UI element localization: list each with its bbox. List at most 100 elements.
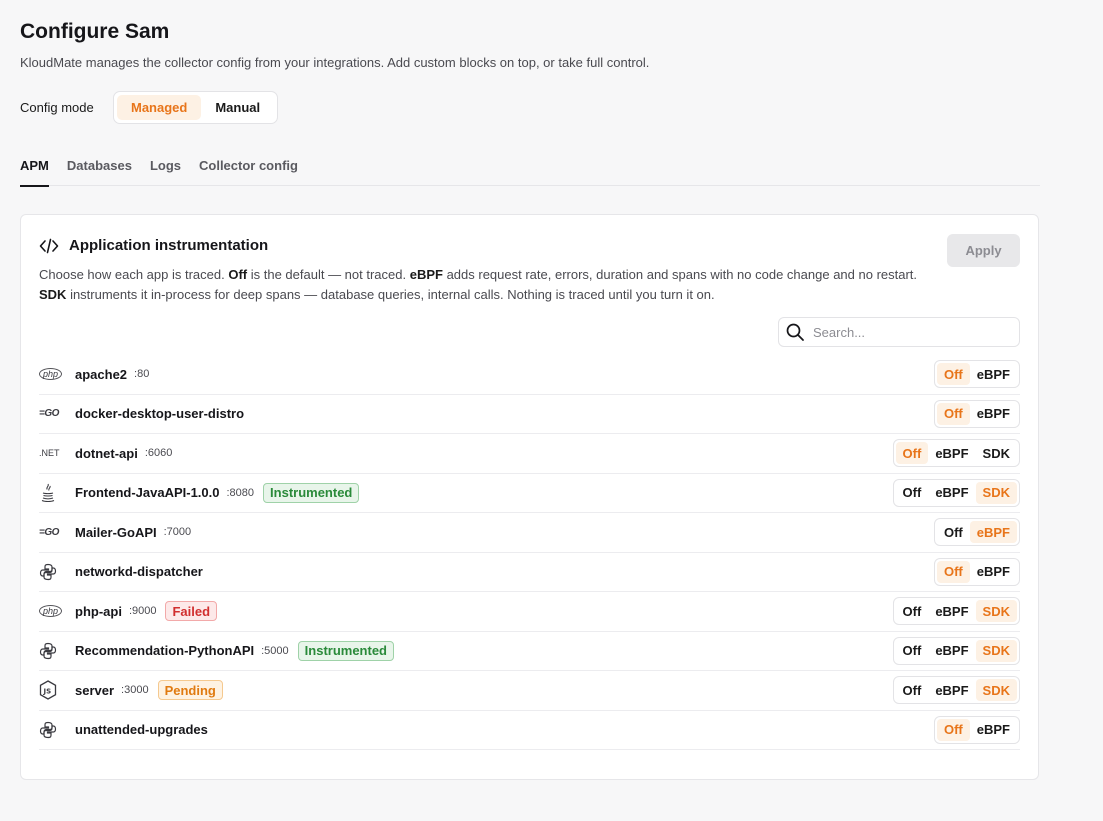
desc-text: is the default — not traced.: [247, 267, 410, 282]
trace-option-ebpf[interactable]: eBPF: [928, 600, 975, 622]
service-name: Frontend-JavaAPI-1.0.0: [75, 485, 220, 501]
trace-option-ebpf[interactable]: eBPF: [928, 640, 975, 662]
python-icon: [39, 642, 75, 660]
trace-option-ebpf[interactable]: eBPF: [969, 521, 1017, 544]
trace-option-ebpf[interactable]: eBPF: [928, 679, 975, 701]
go-icon: =GO: [39, 408, 59, 420]
table-row: JS server:3000 Pending Off eBPF SDK: [39, 671, 1020, 711]
trace-option-sdk[interactable]: SDK: [975, 481, 1017, 504]
trace-option-off[interactable]: Off: [895, 442, 929, 465]
trace-option-ebpf[interactable]: eBPF: [970, 363, 1017, 385]
trace-option-off[interactable]: Off: [896, 679, 929, 701]
desc-text: instruments it in-process for deep spans…: [66, 287, 715, 302]
code-icon: [39, 238, 61, 254]
trace-mode-toggle: Off eBPF SDK: [892, 439, 1020, 468]
python-icon: [39, 721, 75, 739]
trace-option-sdk[interactable]: SDK: [975, 600, 1017, 623]
trace-option-sdk[interactable]: SDK: [975, 639, 1017, 662]
trace-option-ebpf[interactable]: eBPF: [928, 442, 975, 464]
desc-bold-off: Off: [228, 267, 248, 282]
trace-mode-toggle: Off eBPF SDK: [892, 636, 1020, 665]
trace-option-sdk[interactable]: SDK: [976, 442, 1017, 464]
tab-databases[interactable]: Databases: [67, 151, 132, 186]
config-mode-managed-button[interactable]: Managed: [117, 95, 202, 120]
service-port: :3000: [121, 684, 149, 697]
service-name: Recommendation-PythonAPI: [75, 643, 255, 659]
trace-mode-toggle: Off eBPF: [933, 399, 1020, 428]
search-icon: [786, 323, 804, 341]
card-header: Application instrumentation: [39, 237, 268, 254]
trace-mode-toggle: Off eBPF SDK: [892, 597, 1020, 626]
service-name: apache2: [75, 366, 128, 382]
service-list: php apache2:80 Off eBPF =GO docker-desktop-us…: [39, 355, 1020, 750]
table-row: Recommendation-PythonAPI :5000 Instrumente…: [39, 632, 1020, 671]
apply-button[interactable]: Apply: [947, 234, 1020, 267]
desc-bold-ebpf: eBPF: [409, 267, 443, 282]
table-row: unattended-upgrades Off eBPF: [39, 711, 1020, 750]
trace-option-off[interactable]: Off: [896, 600, 929, 622]
status-badge: Pending: [157, 680, 223, 701]
table-row: networkd-dispatcher Off eBPF: [39, 553, 1020, 592]
go-icon: =GO: [39, 526, 59, 538]
page-title: Configure Sam: [20, 20, 170, 43]
table-row: =GO Mailer-GoAPI :7000 Off eBPF: [39, 513, 1020, 553]
svg-text:JS: JS: [43, 688, 52, 696]
instrumentation-card: Application instrumentation Apply Choose…: [20, 214, 1039, 780]
python-icon: [39, 563, 75, 581]
card-title: Application instrumentation: [69, 237, 269, 254]
trace-option-off[interactable]: Off: [936, 560, 970, 583]
service-port: :8080: [226, 486, 255, 499]
service-port: :6060: [144, 447, 173, 460]
table-row: .NET dotnet-api :6060 Off eBPF SDK: [39, 434, 1020, 474]
trace-mode-toggle: Off eBPF SDK: [892, 478, 1020, 507]
table-row: php php-api:9000 Failed Off eBPF SDK: [39, 592, 1020, 632]
config-mode-row: Config mode Managed Manual: [20, 91, 279, 124]
config-mode-label: Config mode: [20, 100, 94, 115]
java-icon: [39, 483, 75, 503]
table-row: Frontend-JavaAPI-1.0.0:8080 Instrumented O…: [39, 474, 1020, 513]
service-name: networkd-dispatcher: [75, 564, 203, 580]
desc-text: Choose how each app is traced.: [39, 267, 229, 282]
service-port: :5000: [261, 644, 289, 657]
search-input[interactable]: [813, 324, 1003, 340]
desc-text: adds request rate, errors, duration and …: [442, 267, 918, 282]
table-row: php apache2:80 Off eBPF: [39, 355, 1020, 395]
service-name: dotnet-api: [75, 445, 138, 461]
trace-mode-toggle: Off eBPF: [933, 518, 1020, 547]
trace-option-off[interactable]: Off: [936, 718, 970, 741]
trace-mode-toggle: Off eBPF: [933, 360, 1020, 389]
php-icon: php: [39, 605, 75, 618]
service-port: :7000: [163, 526, 192, 539]
service-port: :9000: [128, 605, 157, 618]
page-subtitle: KloudMate manages the collector config f…: [20, 55, 650, 70]
trace-option-off[interactable]: Off: [896, 640, 929, 662]
tab-collector-config[interactable]: Collector config: [199, 151, 298, 186]
status-badge: Instrumented: [297, 640, 394, 661]
service-name: docker-desktop-user-distro: [75, 406, 245, 422]
tab-bar: APM Databases Logs Collector config: [20, 151, 1040, 187]
trace-option-sdk[interactable]: SDK: [975, 679, 1017, 702]
trace-option-ebpf[interactable]: eBPF: [970, 719, 1017, 741]
trace-mode-toggle: Off eBPF SDK: [892, 676, 1020, 705]
trace-option-ebpf[interactable]: eBPF: [928, 482, 975, 504]
tab-logs[interactable]: Logs: [150, 151, 181, 186]
service-name: Mailer-GoAPI: [75, 524, 157, 540]
nodejs-icon: JS: [39, 680, 75, 700]
dotnet-icon: .NET: [39, 448, 60, 459]
service-name: unattended-upgrades: [75, 722, 208, 738]
trace-option-off[interactable]: Off: [896, 482, 929, 504]
trace-option-ebpf[interactable]: eBPF: [970, 561, 1017, 583]
table-row: =GO docker-desktop-user-distro Off eBPF: [39, 395, 1020, 434]
trace-option-off[interactable]: Off: [937, 521, 970, 543]
config-mode-toggle: Managed Manual: [113, 91, 279, 124]
trace-mode-toggle: Off eBPF: [933, 715, 1020, 744]
config-mode-manual-button[interactable]: Manual: [201, 95, 274, 120]
php-icon: php: [39, 368, 75, 381]
trace-option-off[interactable]: Off: [936, 363, 970, 386]
desc-bold-sdk: SDK: [39, 287, 67, 302]
tab-apm[interactable]: APM: [20, 151, 49, 187]
trace-option-off[interactable]: Off: [936, 402, 970, 425]
trace-mode-toggle: Off eBPF: [933, 557, 1020, 586]
trace-option-ebpf[interactable]: eBPF: [970, 403, 1017, 425]
service-name: php-api: [75, 603, 122, 619]
